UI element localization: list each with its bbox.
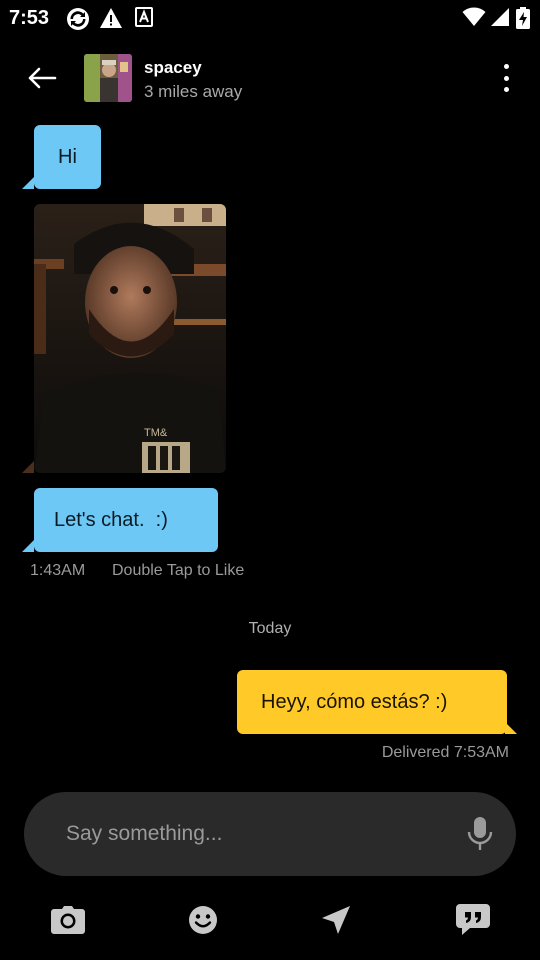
delivery-status: Delivered 7:53AM [381,744,509,761]
back-button[interactable] [22,60,62,96]
incoming-message-bubble[interactable]: Hi [34,125,101,189]
incoming-photo-message[interactable]: TM& [34,204,226,473]
bubble-tail [22,461,34,473]
day-divider: Today [248,620,292,637]
location-arrow-icon [322,906,350,934]
bubble-tail [22,540,34,552]
profile-distance: 3 miles away [144,82,243,101]
status-bar: 7:53 [0,0,540,36]
warning-icon [99,7,123,34]
bubble-tail [22,177,34,189]
microphone-button[interactable] [466,816,494,852]
message-text: Let's chat. :) [54,509,168,531]
message-text: Heyy, cómo estás? :) [261,691,448,713]
outgoing-message-bubble[interactable]: Heyy, cómo estás? :) [237,670,507,734]
chat-header: spacey 3 miles away [0,48,540,108]
camera-icon [51,906,85,934]
camera-button[interactable] [50,902,86,938]
bottom-toolbar [0,890,540,950]
wifi-icon [462,7,486,32]
saved-phrases-icon [456,904,490,935]
arrow-left-icon [28,67,57,89]
saved-phrases-button[interactable] [455,902,491,938]
sync-icon [66,7,90,36]
signal-icon [490,7,510,32]
message-text: Hi [58,146,77,168]
message-composer [24,792,516,876]
emoji-button[interactable] [185,902,221,938]
emoji-icon [189,906,217,934]
text-a-icon [135,7,153,32]
message-input[interactable] [66,814,446,854]
location-button[interactable] [318,902,354,938]
double-tap-hint: Double Tap to Like [112,562,245,579]
microphone-icon [467,817,493,850]
status-time: 7:53 [9,7,50,29]
bubble-tail [505,722,517,734]
incoming-message-bubble[interactable]: Let's chat. :) [34,488,218,552]
profile-name[interactable]: spacey [144,58,202,78]
more-options-button[interactable] [494,62,518,94]
message-timestamp: 1:43AM [30,562,86,579]
more-vertical-icon [503,64,509,69]
battery-charging-icon [516,7,530,34]
avatar[interactable] [84,54,132,102]
svg-text:TM&: TM& [144,427,168,439]
